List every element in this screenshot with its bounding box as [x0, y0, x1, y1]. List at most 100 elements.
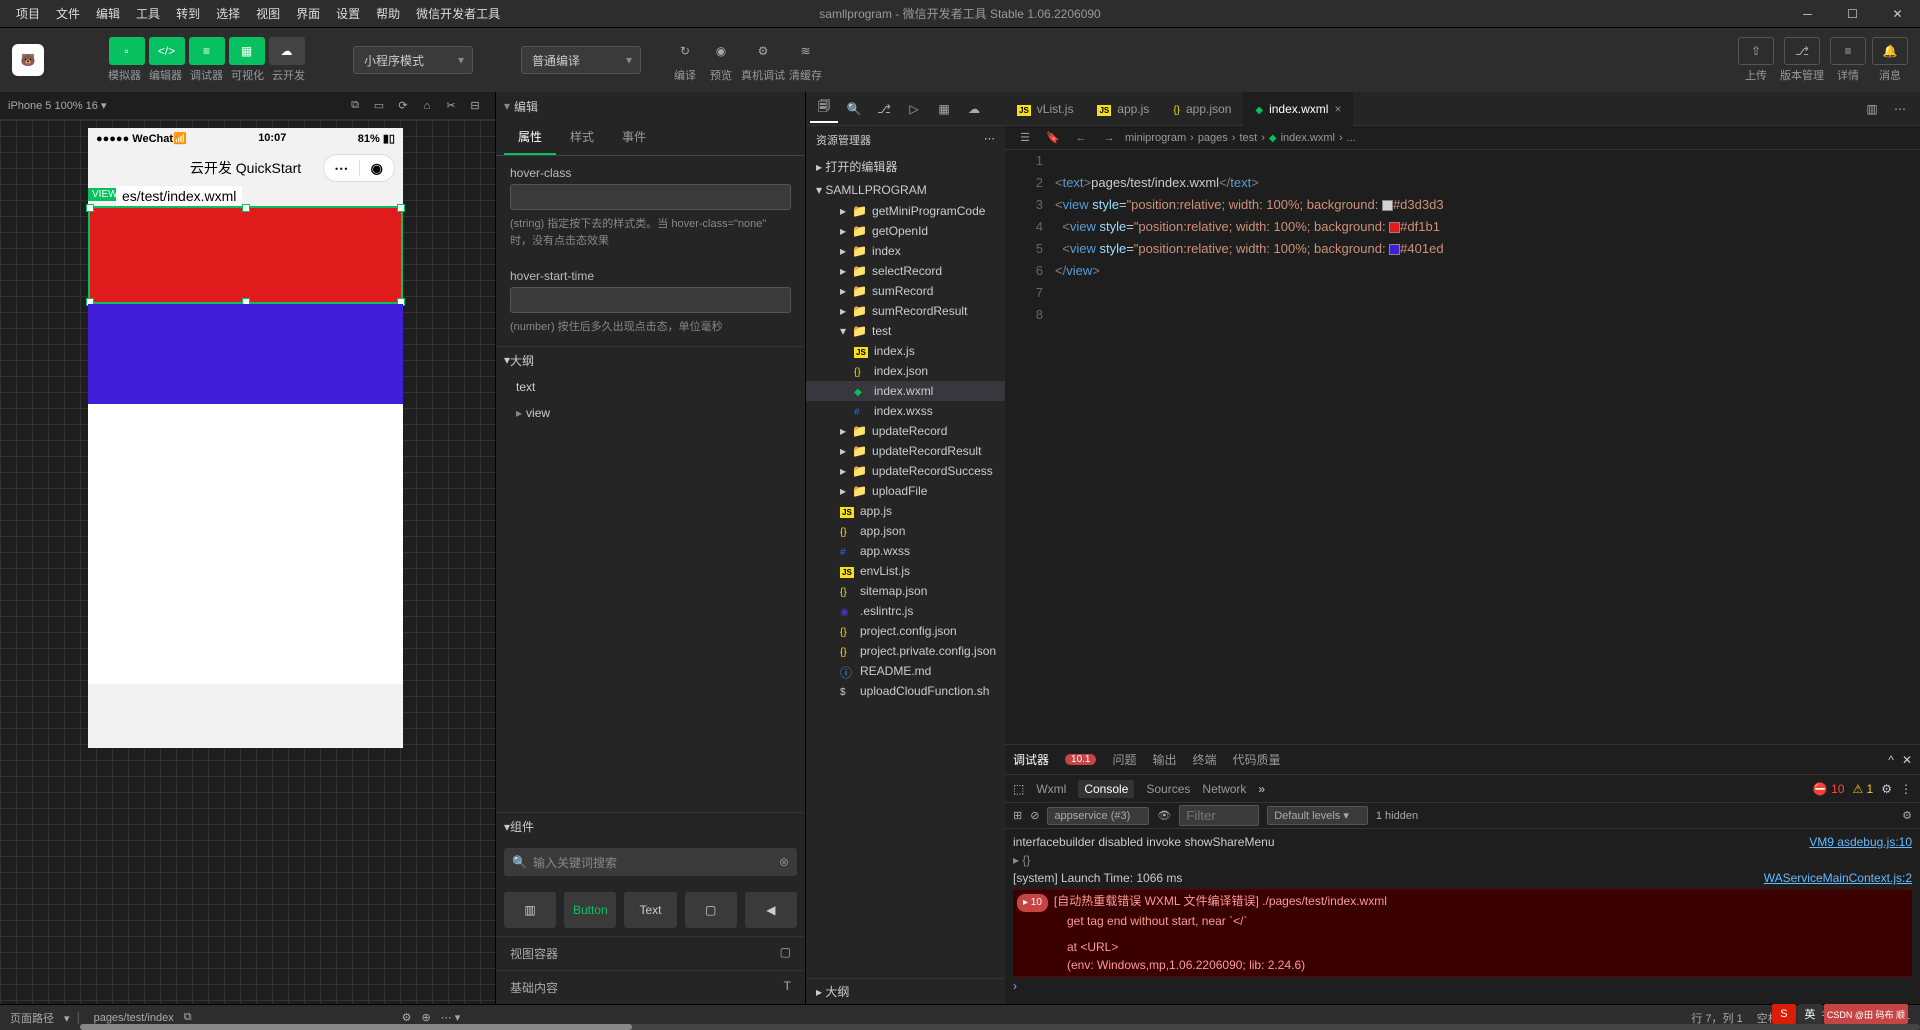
hover-start-input[interactable] [510, 287, 791, 313]
bc-seg[interactable]: test [1239, 132, 1257, 144]
tree-app.json[interactable]: app.json [806, 521, 1005, 541]
cloud-tab-icon[interactable]: ☁ [960, 95, 988, 123]
tree-.eslintrc.js[interactable]: .eslintrc.js [806, 601, 1005, 621]
console-filter[interactable] [1179, 805, 1259, 826]
tab-events[interactable]: 事件 [608, 120, 660, 155]
tab-indexwxml[interactable]: index.wxml× [1243, 92, 1353, 126]
tree-project.private.config.json[interactable]: project.private.config.json [806, 641, 1005, 661]
minimize-button[interactable]: ─ [1785, 0, 1830, 28]
term-tab-output[interactable]: 输出 [1153, 751, 1177, 768]
remote-debug-button[interactable]: ⚙ [747, 37, 779, 65]
comp-back[interactable]: ◀ [745, 892, 797, 928]
editor-more-icon[interactable]: ⋯ [1888, 102, 1912, 116]
menu-view[interactable]: 视图 [248, 5, 288, 22]
split-editor-icon[interactable]: ▥ [1860, 102, 1884, 116]
tree-updateRecordSuccess[interactable]: ▸ updateRecordSuccess [806, 461, 1005, 481]
outline-text[interactable]: text [496, 374, 805, 400]
warn-count[interactable]: ⚠ 1 [1852, 782, 1873, 796]
menu-help[interactable]: 帮助 [368, 5, 408, 22]
device-select[interactable]: iPhone 5 100% 16 ▾ [8, 99, 107, 112]
sim-copy-icon[interactable]: ⧉ [343, 99, 367, 112]
explorer-more-icon[interactable]: ⋯ [984, 132, 995, 148]
comp-image[interactable]: ▢ [685, 892, 737, 928]
phone-preview[interactable]: ●●●●● WeChat📶 10:07 81% ▮▯ 云开发 QuickStar… [88, 128, 403, 748]
devtools-inspect-icon[interactable]: ⬚ [1013, 782, 1024, 796]
bc-seg[interactable]: miniprogram [1125, 132, 1186, 144]
page-path[interactable]: pages/test/index [94, 1012, 174, 1024]
tree-getOpenId[interactable]: ▸ getOpenId [806, 221, 1005, 241]
console-gear-icon[interactable]: ⚙ [1902, 809, 1912, 822]
git-tab-icon[interactable]: ⎇ [870, 95, 898, 123]
cat-basic-content[interactable]: 基础内容T [496, 970, 805, 1004]
tree-updateRecordResult[interactable]: ▸ updateRecordResult [806, 441, 1005, 461]
menu-wxtools[interactable]: 微信开发者工具 [408, 5, 508, 22]
tree-sitemap.json[interactable]: sitemap.json [806, 581, 1005, 601]
clear-cache-button[interactable]: ≋ [790, 37, 822, 65]
tree-index.wxml[interactable]: index.wxml [806, 381, 1005, 401]
capsule-button[interactable]: ⋯◉ [323, 154, 395, 182]
explorer-tab-icon[interactable]: 🗐 [810, 95, 838, 123]
console-link[interactable]: WAServiceMainContext.js:2 [1764, 869, 1912, 887]
bc-fwd-icon[interactable]: → [1097, 132, 1121, 144]
sim-device-icon[interactable]: ▭ [367, 99, 391, 112]
bc-back-icon[interactable]: ← [1069, 132, 1093, 144]
compile-select[interactable]: 普通编译 [521, 46, 641, 74]
debugger-toggle[interactable]: ≡ [189, 37, 225, 65]
outline-section[interactable]: ▸ 大纲 [806, 978, 1005, 1004]
tree-sumRecord[interactable]: ▸ sumRecord [806, 281, 1005, 301]
upload-button[interactable]: ⇧ [1738, 37, 1774, 65]
debug-tab-icon[interactable]: ▷ [900, 95, 928, 123]
open-editors-section[interactable]: ▸ 打开的编辑器 [806, 154, 1005, 179]
comp-text[interactable]: Text [624, 892, 676, 928]
devtab-network[interactable]: Network [1202, 782, 1246, 796]
tree-app.js[interactable]: app.js [806, 501, 1005, 521]
console-link[interactable]: VM9 asdebug.js:10 [1809, 833, 1912, 851]
close-button[interactable]: ✕ [1875, 0, 1920, 28]
messages-button[interactable]: 🔔 [1872, 37, 1908, 65]
ext-tab-icon[interactable]: ▦ [930, 95, 958, 123]
context-select[interactable]: appservice (#3) [1047, 807, 1149, 825]
devtools-menu-icon[interactable]: ⋮ [1900, 782, 1912, 796]
status-icon2[interactable]: ⊕ [421, 1011, 430, 1024]
status-icon[interactable]: ⚙ [402, 1011, 412, 1024]
term-tab-debugger[interactable]: 调试器 [1013, 751, 1049, 768]
bc-seg[interactable]: index.wxml [1281, 132, 1335, 144]
tab-vlist[interactable]: vList.js [1005, 92, 1085, 126]
code-editor[interactable]: 12345678 <text>pages/test/index.wxml</te… [1005, 150, 1920, 744]
tree-uploadFile[interactable]: ▸ uploadFile [806, 481, 1005, 501]
hidden-count[interactable]: 1 hidden [1376, 810, 1418, 822]
tree-app.wxss[interactable]: app.wxss [806, 541, 1005, 561]
tab-style[interactable]: 样式 [556, 120, 608, 155]
menu-settings[interactable]: 设置 [328, 5, 368, 22]
console-toggle-icon[interactable]: ⊞ [1013, 809, 1022, 822]
tree-index[interactable]: ▸ index [806, 241, 1005, 261]
menu-select[interactable]: 选择 [208, 5, 248, 22]
tree-uploadCloudFunction.sh[interactable]: uploadCloudFunction.sh [806, 681, 1005, 701]
levels-select[interactable]: Default levels ▾ [1267, 806, 1368, 825]
compile-button[interactable]: ↻ [669, 37, 701, 65]
devtools-settings-icon[interactable]: ⚙ [1881, 782, 1892, 796]
console-clear-icon[interactable]: ⊘ [1030, 809, 1039, 822]
tab-props[interactable]: 属性 [504, 120, 556, 155]
term-tab-terminal[interactable]: 终端 [1193, 751, 1217, 768]
tree-test[interactable]: ▾ test [806, 321, 1005, 341]
outline-view[interactable]: ▸view [496, 400, 805, 426]
tree-envList.js[interactable]: envList.js [806, 561, 1005, 581]
component-search[interactable]: 🔍 输入关键词搜索⊗ [504, 848, 797, 876]
tree-selectRecord[interactable]: ▸ selectRecord [806, 261, 1005, 281]
tree-sumRecordResult[interactable]: ▸ sumRecordResult [806, 301, 1005, 321]
tree-getMiniProgramCode[interactable]: ▸ getMiniProgramCode [806, 201, 1005, 221]
sim-cut-icon[interactable]: ✂ [439, 99, 463, 112]
devtab-sources[interactable]: Sources [1146, 782, 1190, 796]
panel-close-icon[interactable]: ✕ [1902, 753, 1912, 767]
details-button[interactable]: ≡ [1830, 37, 1866, 65]
sim-rotate-icon[interactable]: ⟳ [391, 99, 415, 112]
editor-toggle[interactable]: </> [149, 37, 185, 65]
cloud-toggle[interactable]: ☁ [269, 37, 305, 65]
comp-button[interactable]: Button [564, 892, 616, 928]
cat-view-container[interactable]: 视图容器▢ [496, 936, 805, 970]
bc-seg[interactable]: ... [1347, 132, 1356, 144]
tree-index.js[interactable]: index.js [806, 341, 1005, 361]
mode-select[interactable]: 小程序模式 [353, 46, 473, 74]
sim-home-icon[interactable]: ⌂ [415, 100, 439, 112]
